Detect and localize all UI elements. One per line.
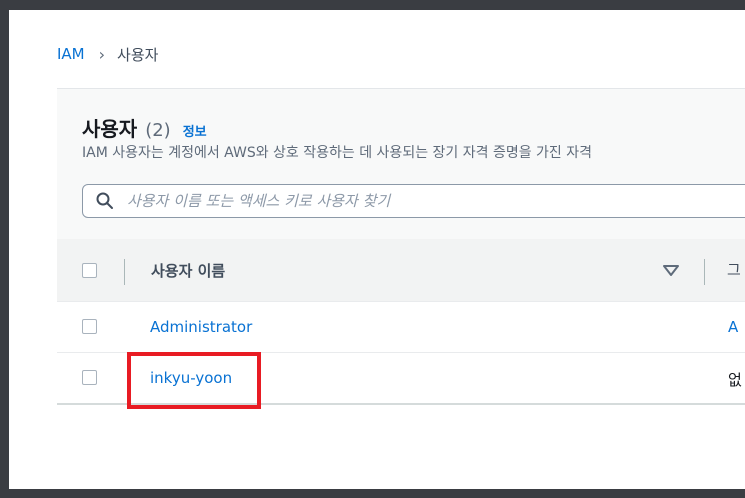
panel-header: 사용자 (2) 정보 IAM 사용자는 계정에서 AWS와 상호 작용하는 데 … bbox=[57, 89, 745, 239]
chevron-right-icon: › bbox=[98, 44, 106, 64]
user-link-administrator[interactable]: Administrator bbox=[150, 318, 252, 336]
title-row: 사용자 (2) 정보 bbox=[82, 113, 207, 142]
search-box[interactable] bbox=[82, 184, 745, 218]
table-row: inkyu-yoon 없 bbox=[57, 353, 745, 405]
column-header-user-name[interactable]: 사용자 이름 bbox=[151, 260, 225, 281]
search-icon bbox=[96, 192, 113, 209]
row-next-cell: 없 bbox=[728, 371, 742, 389]
caret-down-icon[interactable] bbox=[663, 265, 679, 277]
table-row: Administrator A bbox=[57, 302, 745, 353]
search-input[interactable] bbox=[125, 191, 729, 211]
row-checkbox[interactable] bbox=[82, 370, 97, 385]
user-count: (2) bbox=[145, 120, 171, 141]
column-header-next[interactable]: 그 bbox=[727, 259, 741, 280]
breadcrumb-current: 사용자 bbox=[117, 45, 159, 64]
page-title: 사용자 bbox=[82, 117, 138, 141]
table-header: 사용자 이름 그 bbox=[57, 239, 745, 302]
user-link-inkyu-yoon[interactable]: inkyu-yoon bbox=[150, 369, 232, 387]
column-divider bbox=[124, 259, 125, 285]
row-checkbox[interactable] bbox=[82, 319, 97, 334]
info-link[interactable]: 정보 bbox=[183, 121, 207, 140]
row-next-cell[interactable]: A bbox=[728, 318, 738, 336]
users-panel: 사용자 (2) 정보 IAM 사용자는 계정에서 AWS와 상호 작용하는 데 … bbox=[57, 88, 745, 407]
console-frame: IAM › 사용자 사용자 (2) 정보 IAM 사용자는 계정에서 AWS와 … bbox=[9, 10, 745, 489]
select-all-checkbox[interactable] bbox=[82, 263, 97, 278]
column-divider bbox=[704, 259, 705, 285]
breadcrumb-iam-link[interactable]: IAM bbox=[57, 45, 85, 63]
breadcrumb: IAM › 사용자 bbox=[57, 43, 158, 65]
page-description: IAM 사용자는 계정에서 AWS와 상호 작용하는 데 사용되는 장기 자격 … bbox=[82, 145, 593, 161]
